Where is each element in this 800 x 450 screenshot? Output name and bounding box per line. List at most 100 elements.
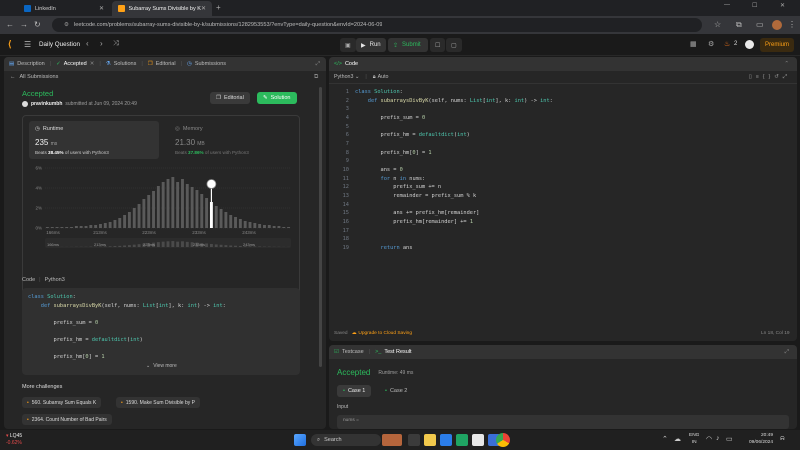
input-language[interactable]: ENG IN: [689, 433, 699, 446]
tab-submissions[interactable]: ◷ Submissions: [182, 57, 231, 71]
runtime-distribution-chart[interactable]: 6% 4% 2% 0% 166ms 213ms 223ms 233ms 243ms 166ms 21…: [23, 162, 301, 286]
upgrade-link[interactable]: Upgrade to Cloud Saving: [358, 331, 412, 336]
battery-icon[interactable]: ▭: [726, 435, 733, 443]
minimize-icon[interactable]: —: [724, 2, 730, 8]
linkedin-icon: [24, 5, 31, 12]
close-icon[interactable]: ✕: [99, 5, 104, 12]
distribution-bar: [99, 224, 102, 228]
leetcode-logo-icon[interactable]: ⟨: [8, 39, 12, 50]
clock[interactable]: 20:49 09/06/2024: [743, 433, 773, 446]
bookmark-star-icon[interactable]: ☆: [714, 20, 721, 30]
onedrive-icon[interactable]: ☁: [674, 435, 681, 443]
share-link-icon[interactable]: ⧉: [314, 74, 318, 81]
challenge-chip[interactable]: • 560. Subarray Sum Equals K: [22, 397, 102, 408]
volume-icon[interactable]: ♪: [716, 435, 720, 442]
problem-list-icon[interactable]: ☰: [24, 40, 31, 49]
menu-kebab-icon[interactable]: ⋮: [788, 20, 796, 30]
stock-change: -0.62%: [6, 439, 22, 446]
minimize-panel-icon[interactable]: ⌃: [784, 61, 789, 67]
close-icon[interactable]: ✕: [201, 5, 206, 12]
profile-avatar[interactable]: [772, 20, 782, 30]
app-icon[interactable]: [472, 434, 484, 446]
tab-test-result[interactable]: >_ Test Result: [370, 345, 417, 359]
braces-icon[interactable]: {}: [763, 74, 775, 80]
memory-card[interactable]: ◎ Memory 21.30 MB Beats 37.86% of users …: [169, 121, 295, 159]
shuffle-icon[interactable]: ⤨: [113, 40, 119, 48]
user-avatar[interactable]: [745, 40, 754, 49]
tab-accepted[interactable]: ✓ Accepted ✕: [51, 57, 99, 71]
back-icon[interactable]: ←: [6, 20, 14, 30]
taskbar-search[interactable]: ⌕ Search: [311, 434, 381, 446]
file-explorer-icon[interactable]: [424, 434, 436, 446]
wifi-icon[interactable]: ◠: [706, 435, 712, 443]
expand-icon[interactable]: ⤢: [316, 61, 320, 68]
forward-icon[interactable]: →: [20, 20, 28, 30]
next-problem-icon[interactable]: ›: [100, 39, 103, 48]
case-1-tab[interactable]: • Case 1: [337, 385, 372, 397]
editorial-label: Editorial: [223, 95, 244, 101]
tab-code[interactable]: </> Code: [329, 57, 363, 71]
browser-tab-bar: LinkedIn ✕ Subarray Sums Divisible by K …: [0, 0, 800, 16]
challenge-chip[interactable]: • 2364. Count Number of Bad Pairs: [22, 414, 112, 425]
tab-solutions[interactable]: ⚗ Solutions: [101, 57, 142, 71]
url-field[interactable]: ⚙ leetcode.com/problems/subarray-sums-di…: [52, 18, 702, 32]
scrollbar[interactable]: [319, 87, 322, 367]
username[interactable]: pravinkumbh: [31, 101, 62, 107]
browser-tab-linkedin[interactable]: LinkedIn ✕: [18, 1, 110, 16]
y-tick-label: 0%: [35, 226, 42, 231]
windows-start-icon[interactable]: [294, 434, 306, 446]
notification-bell-icon[interactable]: ⍾: [780, 435, 785, 443]
case-2-tab[interactable]: • Case 2: [379, 385, 413, 397]
runtime-card[interactable]: ◷ Runtime 235 ms Beats 38.45% of users w…: [29, 121, 159, 159]
distribution-bar: [60, 227, 64, 228]
close-icon[interactable]: ✕: [90, 61, 95, 67]
all-submissions-link[interactable]: ← All Submissions: [10, 74, 58, 80]
memory-value-row: 21.30 MB: [175, 138, 205, 147]
reset-icon[interactable]: ↺: [774, 74, 782, 80]
edge-icon[interactable]: [456, 434, 468, 446]
page-title[interactable]: Daily Question: [39, 41, 80, 48]
input-box[interactable]: nums =: [337, 415, 789, 429]
mode-label: Auto: [377, 73, 389, 80]
code-preview[interactable]: class Solution: def subarraysDivByK(self…: [22, 288, 300, 375]
tray-chevron-icon[interactable]: ⌃: [662, 435, 668, 443]
tab-description[interactable]: ▤ Description: [4, 57, 50, 71]
editorial-button[interactable]: ❐ Editorial: [210, 92, 250, 104]
chrome-icon[interactable]: [496, 433, 510, 447]
fullscreen-icon[interactable]: ⤢: [783, 74, 791, 80]
premium-button[interactable]: Premium: [760, 38, 795, 52]
expand-icon[interactable]: ⤢: [785, 349, 789, 356]
language-select[interactable]: Python3 ⌄: [334, 74, 359, 80]
view-more-link[interactable]: ⌄ View more: [146, 363, 177, 369]
code-editor-text[interactable]: class Solution: def subarraysDivByK(self…: [355, 88, 553, 252]
site-info-icon[interactable]: ⚙: [64, 22, 69, 28]
task-view-icon[interactable]: [408, 434, 420, 446]
navigator-bar: [171, 241, 175, 247]
result-runtime: Runtime: 49 ms: [378, 369, 414, 376]
notes-icon[interactable]: ☐: [430, 38, 446, 52]
auto-mode[interactable]: 🔒︎ Auto: [373, 74, 389, 81]
maximize-icon[interactable]: ☐: [752, 2, 757, 9]
extensions-icon[interactable]: ⧉: [736, 20, 742, 30]
sidebar-icon[interactable]: ▭: [756, 20, 764, 30]
browser-tab-leetcode[interactable]: Subarray Sums Divisible by K - ✕: [112, 1, 212, 16]
stock-widget[interactable]: ▾ LQ45 -0.62%: [6, 433, 22, 446]
solution-button[interactable]: ✎ Solution: [257, 92, 297, 104]
prev-problem-icon[interactable]: ‹: [86, 39, 89, 48]
layout-icon[interactable]: ▦: [690, 40, 697, 48]
bookmark-icon[interactable]: ▯: [749, 74, 756, 80]
tab-editorial[interactable]: ❐ Editorial: [143, 57, 181, 71]
new-tab-button[interactable]: +: [216, 3, 221, 12]
format-icon[interactable]: ≡: [756, 74, 763, 80]
tab-testcase[interactable]: ☑ Testcase: [329, 345, 369, 359]
whiteboard-icon[interactable]: ▢: [446, 38, 462, 52]
store-icon[interactable]: [440, 434, 452, 446]
reload-icon[interactable]: ↻: [34, 20, 41, 30]
debug-icon[interactable]: ▣: [340, 38, 356, 52]
close-window-icon[interactable]: ✕: [780, 2, 785, 9]
memory-unit: MB: [197, 141, 205, 147]
run-button[interactable]: ▶ Run: [356, 38, 386, 52]
settings-gear-icon[interactable]: ⚙: [708, 40, 714, 48]
challenge-chip[interactable]: • 1590. Make Sum Divisible by P: [116, 397, 200, 408]
submit-button[interactable]: ⇪ Submit: [388, 38, 428, 52]
